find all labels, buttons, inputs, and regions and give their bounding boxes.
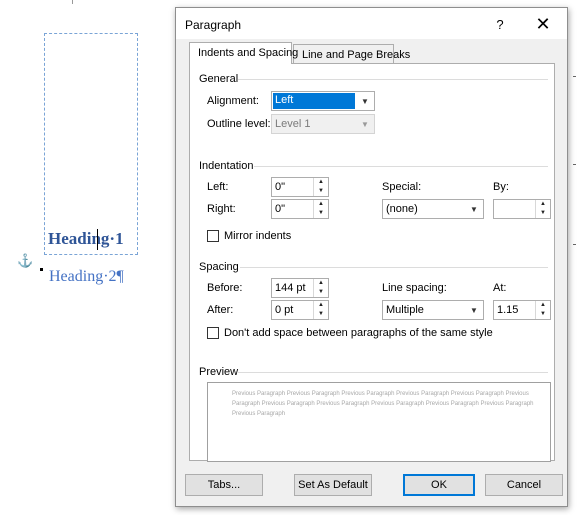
chevron-down-icon[interactable]: ▼ — [465, 200, 483, 218]
tab-label: Indents and Spacing — [198, 47, 299, 59]
spin-down-icon[interactable]: ▼ — [314, 310, 328, 319]
margin-marker — [573, 76, 576, 77]
ruler-tick — [72, 0, 73, 4]
heading-1-text[interactable]: Heading·1 — [48, 229, 124, 249]
spin-up-icon[interactable]: ▲ — [536, 200, 550, 209]
outline-level-select: Level 1 ▼ — [271, 114, 375, 134]
by-label: By: — [493, 181, 509, 193]
special-select[interactable]: (none) ▼ — [382, 199, 484, 219]
outline-level-value: Level 1 — [275, 118, 311, 130]
section-divider — [238, 79, 548, 80]
at-label: At: — [493, 282, 507, 294]
dont-add-space-checkbox[interactable] — [207, 327, 219, 339]
set-as-default-button[interactable]: Set As Default — [294, 474, 372, 496]
left-indent-spinner[interactable]: 0" ▲ ▼ — [271, 177, 329, 197]
right-indent-label: Right: — [207, 203, 236, 215]
line-spacing-select[interactable]: Multiple ▼ — [382, 300, 484, 320]
spin-down-icon[interactable]: ▼ — [314, 288, 328, 297]
preview-section-title: Preview — [199, 366, 239, 378]
margin-marker — [573, 244, 576, 245]
preview-box: Previous Paragraph Previous Paragraph Pr… — [207, 382, 551, 462]
paragraph-mark-bullet — [40, 268, 43, 271]
outline-level-label: Outline level: — [207, 118, 271, 130]
anchor-icon: ⚓ — [17, 253, 34, 268]
close-icon[interactable]: ✕ — [526, 11, 560, 37]
left-indent-value: 0" — [275, 181, 286, 193]
by-spinner[interactable]: ▲ ▼ — [493, 199, 551, 219]
alignment-value: Left — [275, 94, 294, 106]
section-divider — [240, 267, 548, 268]
before-label: Before: — [207, 282, 243, 294]
indentation-section-title: Indentation — [199, 160, 254, 172]
after-label: After: — [207, 304, 234, 316]
spin-up-icon[interactable]: ▲ — [314, 279, 328, 288]
margin-marker — [573, 164, 576, 165]
ok-button[interactable]: OK — [403, 474, 475, 496]
line-spacing-label: Line spacing: — [382, 282, 447, 294]
spin-up-icon[interactable]: ▲ — [536, 301, 550, 310]
spin-up-icon[interactable]: ▲ — [314, 301, 328, 310]
preview-text: Previous Paragraph Previous Paragraph Pr… — [232, 391, 534, 417]
paragraph-dialog: Paragraph ? ✕ Indents and Spacing Line a… — [175, 7, 568, 507]
spin-down-icon[interactable]: ▼ — [314, 187, 328, 196]
right-indent-value: 0" — [275, 203, 286, 215]
special-value: (none) — [386, 203, 418, 215]
spinner-buttons: ▲ ▼ — [313, 279, 328, 297]
dialog-title: Paragraph — [185, 18, 242, 32]
cancel-button[interactable]: Cancel — [485, 474, 563, 496]
before-value: 144 pt — [275, 282, 306, 294]
chevron-down-icon[interactable]: ▼ — [465, 301, 483, 319]
left-indent-label: Left: — [207, 181, 229, 193]
spin-down-icon[interactable]: ▼ — [536, 310, 550, 319]
mirror-indents-checkbox[interactable] — [207, 230, 219, 242]
spinner-buttons: ▲ ▼ — [313, 178, 328, 196]
at-spinner[interactable]: 1.15 ▲ ▼ — [493, 300, 551, 320]
tab-indents-and-spacing[interactable]: Indents and Spacing — [189, 42, 298, 64]
spin-down-icon[interactable]: ▼ — [536, 209, 550, 218]
mirror-indents-label[interactable]: Mirror indents — [224, 230, 291, 242]
spinner-buttons: ▲ ▼ — [313, 301, 328, 319]
before-spinner[interactable]: 144 pt ▲ ▼ — [271, 278, 329, 298]
dont-add-space-label[interactable]: Don't add space between paragraphs of th… — [224, 327, 493, 339]
after-value: 0 pt — [275, 304, 294, 316]
tab-panel: General Alignment: Left ▼ Outline level:… — [189, 63, 555, 462]
spin-up-icon[interactable]: ▲ — [314, 200, 328, 209]
spin-up-icon[interactable]: ▲ — [314, 178, 328, 187]
spin-down-icon[interactable]: ▼ — [314, 209, 328, 218]
tab-line-and-page-breaks[interactable]: Line and Page Breaks — [293, 44, 410, 64]
after-spinner[interactable]: 0 pt ▲ ▼ — [271, 300, 329, 320]
heading-2-text[interactable]: Heading·2¶ — [49, 268, 124, 286]
at-value: 1.15 — [497, 304, 519, 316]
alignment-select[interactable]: Left ▼ — [271, 91, 375, 111]
tab-label: Line and Page Breaks — [302, 49, 411, 61]
spacing-section-title: Spacing — [199, 261, 239, 273]
chevron-down-icon: ▼ — [361, 119, 369, 129]
text-box-frame[interactable] — [44, 33, 138, 255]
section-divider — [238, 372, 548, 373]
chevron-down-icon[interactable]: ▼ — [356, 92, 374, 110]
text-cursor — [97, 229, 98, 250]
section-divider — [254, 166, 548, 167]
spinner-buttons: ▲ ▼ — [313, 200, 328, 218]
help-button[interactable]: ? — [488, 14, 512, 36]
dialog-titlebar: Paragraph ? ✕ — [176, 8, 567, 39]
special-label: Special: — [382, 181, 422, 193]
right-indent-spinner[interactable]: 0" ▲ ▼ — [271, 199, 329, 219]
general-section-title: General — [199, 73, 239, 85]
tabs-button[interactable]: Tabs... — [185, 474, 263, 496]
line-spacing-value: Multiple — [386, 304, 424, 316]
alignment-label: Alignment: — [207, 95, 259, 107]
spinner-buttons: ▲ ▼ — [535, 301, 550, 319]
spinner-buttons: ▲ ▼ — [535, 200, 550, 218]
